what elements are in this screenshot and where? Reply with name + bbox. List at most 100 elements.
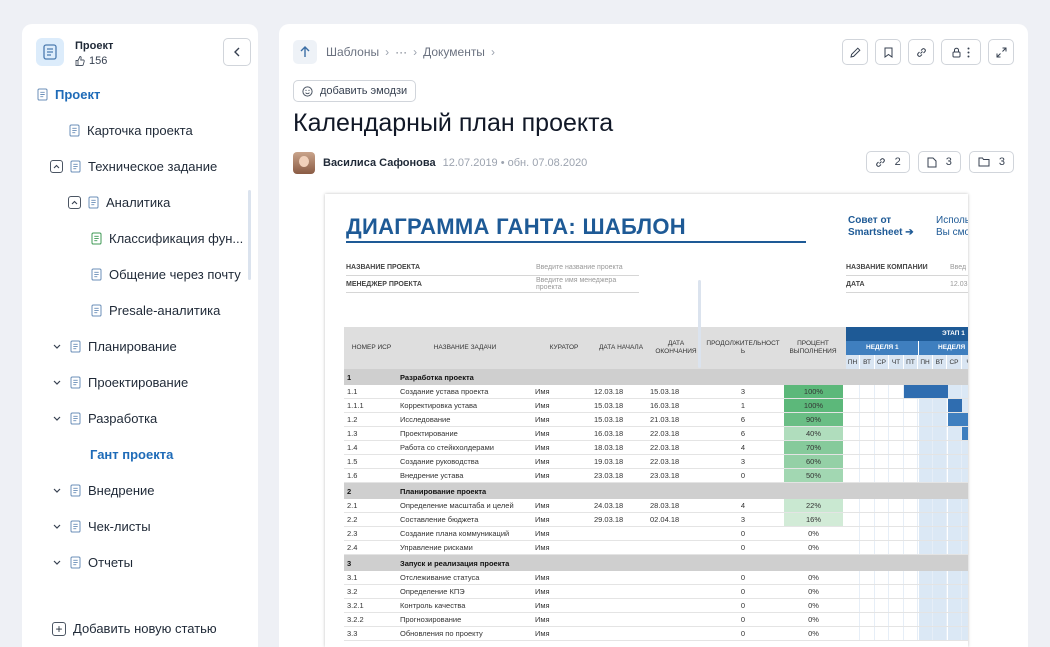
timeline-cell — [962, 599, 968, 612]
timeline-cell — [861, 585, 875, 598]
sidebar-item[interactable]: Карточка проекта — [68, 116, 193, 144]
task-row: 1.6 Внедрение устава Имя 23.03.18 23.03.18 0 5… — [344, 469, 968, 483]
go-up-button[interactable] — [293, 40, 317, 64]
timeline-cell — [861, 527, 875, 540]
sidebar-item-label: Карточка проекта — [87, 122, 193, 138]
cell-end — [650, 627, 700, 640]
sidebar-item[interactable]: Аналитика — [68, 188, 170, 216]
timeline-cell — [890, 627, 904, 640]
timeline-cell — [918, 399, 933, 412]
chevron-down-icon[interactable] — [50, 376, 63, 389]
sidebar-item[interactable]: Общение через почту — [90, 260, 241, 288]
cell-wbs: 1.4 — [347, 443, 358, 452]
cell-task: Создание плана коммуникаций — [400, 529, 510, 538]
cell-task: Внедрение устава — [400, 471, 464, 480]
cell-owner: Имя — [535, 543, 550, 552]
project-likes[interactable]: 156 — [75, 55, 107, 67]
stage-label: ЭТАП 1 — [942, 330, 965, 337]
author-name[interactable]: Василиса Сафонова — [323, 157, 436, 169]
timeline-cell — [846, 599, 860, 612]
timeline-cell — [861, 613, 875, 626]
collapse-sidebar-button[interactable] — [223, 38, 251, 66]
chevron-down-icon[interactable] — [50, 484, 63, 497]
sidebar-item[interactable]: Внедрение — [50, 476, 155, 504]
timeline-cell — [904, 427, 918, 440]
timeline-cell — [933, 627, 947, 640]
phase-row: 3 Запуск и реализация проекта — [344, 555, 968, 571]
timeline-cell — [890, 399, 904, 412]
sidebar-item[interactable]: Чек-листы — [50, 512, 151, 540]
timeline-cell — [933, 513, 947, 526]
timeline-cell — [861, 499, 875, 512]
sidebar-item[interactable]: Гант проекта — [90, 440, 173, 468]
timeline-cell — [962, 441, 968, 454]
timeline-cell — [861, 399, 875, 412]
cell-percent: 22% — [784, 499, 843, 512]
project-name[interactable]: Проект — [75, 40, 113, 52]
timeline-cell — [846, 527, 860, 540]
timeline-cell — [890, 541, 904, 554]
sidebar-item[interactable]: Проектирование — [50, 368, 188, 396]
access-menu-button[interactable] — [941, 39, 981, 65]
timeline-cell — [933, 571, 947, 584]
breadcrumb-item-templates[interactable]: Шаблоны — [326, 45, 379, 59]
copy-link-button[interactable] — [908, 39, 934, 65]
chevron-up-icon[interactable] — [50, 159, 63, 173]
cell-wbs: 2.3 — [347, 529, 358, 538]
timeline-cell — [875, 513, 889, 526]
cell-percent: 0% — [808, 601, 819, 610]
add-article-button[interactable]: + Добавить новую статью — [52, 621, 217, 636]
cell-start: 16.03.18 — [594, 429, 624, 438]
timeline-cell — [875, 571, 889, 584]
breadcrumb-item-more[interactable]: ··· — [395, 45, 407, 59]
sidebar-item[interactable]: Разработка — [50, 404, 157, 432]
cell-percent: 100% — [784, 399, 843, 412]
cell-end — [650, 599, 700, 612]
timeline-cell — [962, 613, 968, 626]
usage-note-line2: Вы смо — [936, 227, 968, 238]
timeline-cell — [861, 541, 875, 554]
task-row: 1.1 Создание устава проекта Имя 12.03.18 15.… — [344, 385, 968, 399]
breadcrumb-item-documents[interactable]: Документы — [423, 45, 485, 59]
sidebar-item-label: Планирование — [88, 338, 177, 354]
fullscreen-button[interactable] — [988, 39, 1014, 65]
chevron-down-icon[interactable] — [50, 412, 63, 425]
sidebar-item[interactable]: Presale-аналитика — [90, 296, 220, 324]
cell-end — [650, 541, 700, 554]
timeline-cell — [947, 427, 962, 440]
tree-scrollbar[interactable] — [248, 190, 251, 280]
timeline-cell — [846, 427, 860, 440]
chevron-up-icon[interactable] — [68, 195, 81, 209]
folders-counter[interactable]: 3 — [968, 151, 1014, 173]
sidebar-item[interactable]: Классификация фун... — [90, 224, 243, 252]
timeline-cells — [846, 555, 968, 571]
timeline-cells — [846, 571, 968, 584]
document-icon — [69, 556, 82, 569]
sidebar-item[interactable]: Отчеты — [50, 548, 133, 576]
chevron-down-icon[interactable] — [50, 340, 63, 353]
chevron-down-icon[interactable] — [50, 556, 63, 569]
timeline-cell — [918, 499, 933, 512]
cell-duration: 4 — [740, 443, 746, 452]
document-icon — [69, 160, 82, 173]
links-counter[interactable]: 2 — [865, 151, 910, 173]
breadcrumb-separator-icon: › — [385, 45, 390, 59]
timeline-cell — [962, 527, 968, 540]
bookmark-button[interactable] — [875, 39, 901, 65]
timeline-cell — [846, 441, 860, 454]
avatar[interactable] — [293, 152, 315, 174]
sidebar-item[interactable]: Проект — [36, 80, 100, 108]
timeline-cell — [846, 399, 860, 412]
task-row: 1.2 Исследование Имя 15.03.18 21.03.18 6 90% — [344, 413, 968, 427]
edit-button[interactable] — [842, 39, 868, 65]
sidebar-item[interactable]: Планирование — [50, 332, 177, 360]
gantt-bar — [947, 413, 968, 426]
link-icon — [875, 157, 885, 167]
breadcrumb-separator-icon: › — [413, 45, 418, 59]
chevron-down-icon[interactable] — [50, 520, 63, 533]
content-scrollbar[interactable] — [698, 280, 701, 368]
timeline-cells — [846, 369, 968, 385]
add-emoji-button[interactable]: добавить эмодзи — [293, 80, 417, 102]
pages-counter[interactable]: 3 — [917, 151, 961, 173]
sidebar-item[interactable]: Техническое задание — [50, 152, 217, 180]
